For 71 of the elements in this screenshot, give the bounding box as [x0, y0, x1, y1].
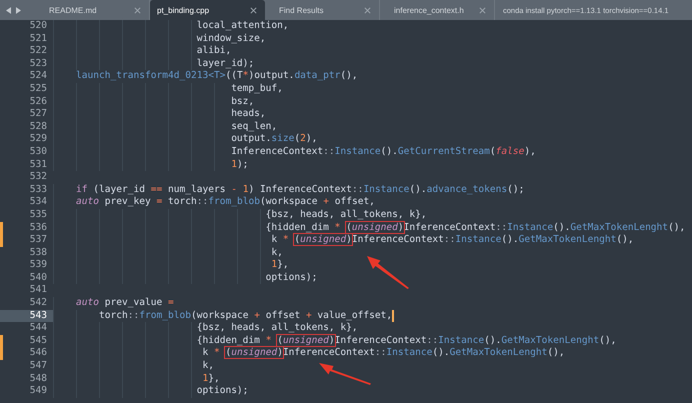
code-line: local_attention,	[196, 20, 289, 33]
code-line: auto prev_key = torch::from_blob(workspace + offset,	[76, 196, 375, 209]
line-number: 527	[28, 108, 48, 121]
line-number: 526	[28, 96, 48, 108]
line-number: 549	[28, 385, 48, 398]
code-line: layer_id);	[196, 58, 254, 70]
close-icon[interactable]	[364, 6, 371, 14]
line-number: 529	[28, 133, 48, 146]
close-icon[interactable]	[134, 6, 141, 14]
code-line: k,	[202, 360, 214, 373]
highlight-box	[293, 233, 353, 246]
line-number: 545	[28, 334, 48, 348]
code-line: k * (unsigned)InferenceContext::Instance().GetMaxTokenLenght(),	[202, 347, 565, 360]
line-number: 548	[28, 372, 48, 386]
highlight-box	[224, 346, 284, 360]
tab[interactable]: pt_binding.cpp	[150, 0, 265, 20]
code-line: {bsz, heads, all_tokens, k},	[266, 208, 427, 222]
code-line: {bsz, heads, all_tokens, k},	[196, 322, 358, 335]
code-line: options);	[196, 385, 248, 398]
code-line: launch_transform4d_0213<T>((T*)output.data_ptr(),	[76, 70, 358, 83]
line-number: 539	[28, 259, 48, 272]
code-line: output.size(2),	[231, 133, 318, 146]
code-line: seq_len,	[231, 120, 278, 134]
tab[interactable]: Find Results	[265, 0, 380, 20]
close-icon[interactable]	[479, 6, 486, 14]
code-line: auto prev_value =	[76, 297, 174, 310]
line-number: 525	[28, 82, 48, 96]
line-number: 541	[28, 284, 48, 298]
line-number: 522	[28, 45, 48, 58]
line-number: 524	[28, 70, 48, 83]
line-number: 520	[28, 20, 48, 33]
line-number: 546	[28, 347, 48, 360]
line-number: 538	[28, 246, 48, 260]
code-line: InferenceContext::Instance().GetCurrentStream(false),	[231, 146, 536, 159]
highlight-box	[345, 220, 405, 234]
code-line: torch::from_blob(workspace + offset + value_offset,	[98, 310, 394, 322]
line-number: 544	[28, 322, 48, 335]
line-number: 523	[28, 58, 48, 70]
code-line: {hidden_dim * (unsigned)InferenceContext::Instance().GetMaxTokenLenght(),	[196, 334, 616, 348]
code-line: alibi,	[196, 45, 232, 58]
line-number: 543	[0, 310, 53, 322]
line-number: 521	[28, 32, 48, 46]
line-number: 528	[28, 120, 48, 134]
code-line: window_size,	[196, 32, 266, 46]
line-number: 540	[28, 272, 48, 284]
close-icon[interactable]	[250, 6, 257, 14]
line-number: 532	[28, 171, 48, 184]
line-number: 530	[28, 146, 48, 159]
code-line: 1},	[202, 372, 220, 386]
line-number: 537	[28, 234, 48, 247]
code-line: bsz,	[231, 96, 254, 108]
code-line: 1},	[271, 259, 289, 272]
code-line: k,	[271, 246, 283, 260]
right-arrow-icon[interactable]	[16, 6, 21, 14]
code-line: options);	[266, 272, 318, 284]
line-number: 534	[28, 196, 48, 209]
code-line: temp_buf,	[231, 82, 283, 96]
left-arrow-icon[interactable]	[6, 6, 11, 14]
code-line: if (layer_id == num_layers - 1) InferenceContext::Instance().advance_tokens();	[76, 184, 524, 196]
tab[interactable]: inference_context.h	[380, 0, 495, 20]
code-line: 1);	[231, 158, 248, 172]
line-number: 535	[28, 208, 48, 222]
line-number: 536	[28, 222, 48, 234]
line-number: 547	[28, 360, 48, 373]
line-number: 542	[28, 297, 48, 310]
highlight-box	[276, 334, 336, 347]
line-number: 531	[28, 158, 48, 172]
line-number: 533	[28, 184, 48, 196]
code-line: {hidden_dim * (unsigned)InferenceContext::Instance().GetMaxTokenLenght(),	[266, 222, 686, 234]
code-line: k * (unsigned)InferenceContext::Instance().GetMaxTokenLenght(),	[271, 234, 634, 247]
code-line: heads,	[231, 108, 266, 121]
